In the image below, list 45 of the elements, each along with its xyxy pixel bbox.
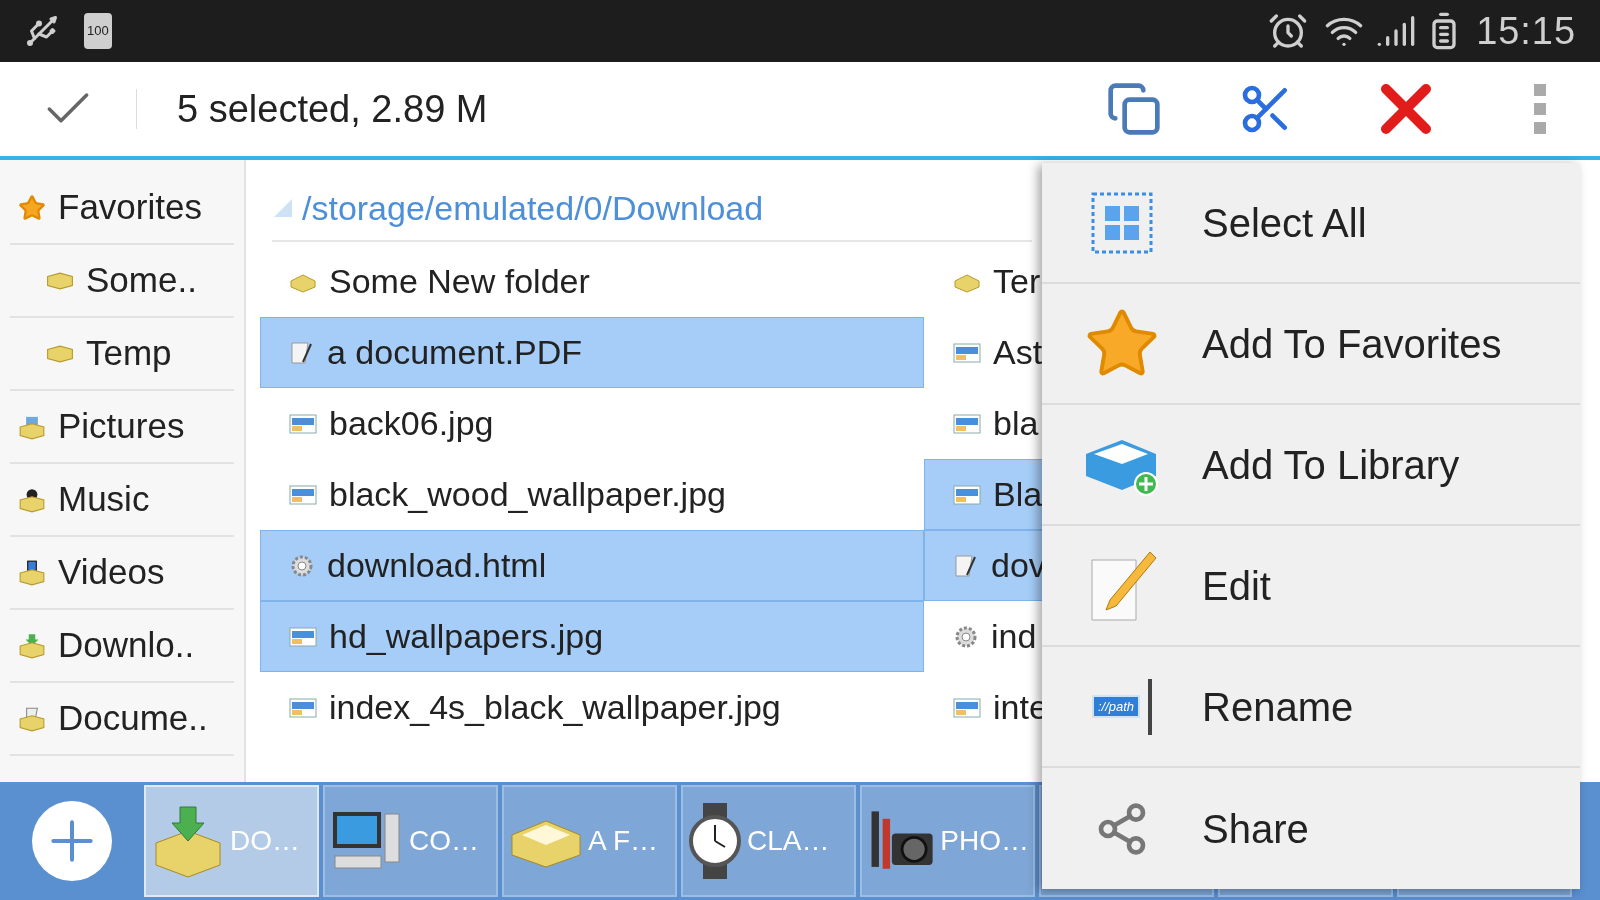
document-icon bbox=[289, 339, 315, 366]
folder-icon bbox=[46, 271, 74, 290]
menu-item[interactable]: ://path Rename bbox=[1042, 647, 1580, 768]
picture-file-icon bbox=[289, 625, 317, 648]
usb-icon bbox=[24, 13, 60, 49]
folder-icon bbox=[46, 344, 74, 363]
alarm-icon bbox=[1268, 11, 1309, 51]
menu-item[interactable]: Add To Library bbox=[1042, 405, 1580, 526]
file-item[interactable]: hd_wallpapers.jpg bbox=[260, 601, 924, 672]
pictures-folder-icon bbox=[18, 413, 46, 440]
documents-folder-icon bbox=[18, 705, 46, 732]
menu-item[interactable]: Add To Favorites bbox=[1042, 284, 1580, 405]
clock-time: 15:15 bbox=[1476, 8, 1576, 54]
download-folder-icon bbox=[18, 632, 46, 659]
sidebar-item[interactable]: Some.. bbox=[10, 245, 234, 318]
menu-icon bbox=[1533, 84, 1547, 134]
file-item[interactable]: download.html bbox=[260, 530, 924, 601]
file-item[interactable]: a document.PDF bbox=[260, 317, 924, 388]
sidebar-item[interactable]: Pictures bbox=[10, 391, 234, 464]
star-icon bbox=[18, 193, 46, 222]
copy-icon bbox=[1106, 81, 1162, 137]
document-icon bbox=[953, 552, 979, 579]
selection-summary: 5 selected, 2.89 M bbox=[177, 86, 488, 132]
sidebar-item[interactable]: Favorites bbox=[10, 172, 234, 245]
menu-item[interactable]: Edit bbox=[1042, 526, 1580, 647]
select-all-icon bbox=[1091, 191, 1153, 254]
picture-file-icon bbox=[953, 412, 981, 435]
sidebar-item[interactable]: Videos bbox=[10, 537, 234, 610]
picture-file-icon bbox=[289, 696, 317, 719]
picture-file-icon bbox=[953, 483, 981, 506]
sidebar-item[interactable]: Temp bbox=[10, 318, 234, 391]
sidebar-item[interactable]: Music bbox=[10, 464, 234, 537]
sidebar-item[interactable]: Docume.. bbox=[10, 683, 234, 756]
music-folder-icon bbox=[18, 486, 46, 513]
picture-file-icon bbox=[289, 412, 317, 435]
videos-folder-icon bbox=[18, 559, 46, 586]
corner-triangle-icon bbox=[272, 197, 294, 219]
wristwatch-icon bbox=[687, 801, 743, 881]
menu-item[interactable]: Share bbox=[1042, 768, 1580, 889]
picture-file-icon bbox=[953, 341, 981, 364]
picture-file-icon bbox=[289, 483, 317, 506]
sidebar-item[interactable]: Downlo.. bbox=[10, 610, 234, 683]
menu-item[interactable]: Select All bbox=[1042, 163, 1580, 284]
picture-file-icon bbox=[953, 696, 981, 719]
battery-level-icon: 100 bbox=[84, 13, 112, 49]
